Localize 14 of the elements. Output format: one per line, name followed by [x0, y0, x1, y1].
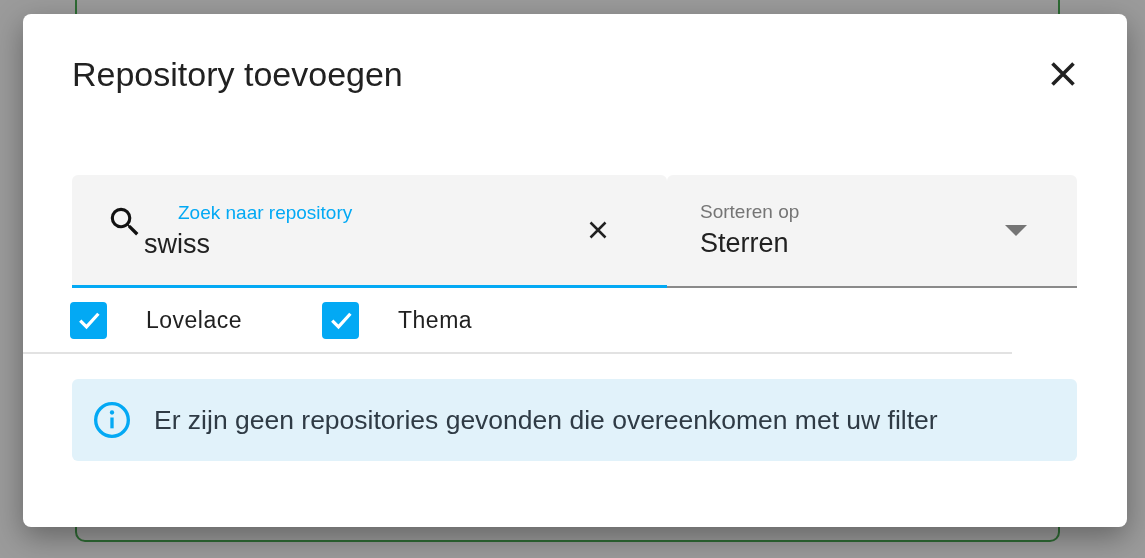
- alert-message: Er zijn geen repositories gevonden die overeenkomen met uw filter: [154, 404, 938, 436]
- field-value: Sterren: [700, 226, 790, 260]
- checkbox[interactable]: [322, 301, 359, 339]
- field-label: Zoek naar repository: [178, 201, 354, 225]
- checkbox-label: Thema: [398, 306, 473, 334]
- checkbox-label: Lovelace: [146, 306, 243, 334]
- search-field[interactable]: Zoek naar repository swiss: [72, 175, 667, 288]
- caret-icon: [1005, 225, 1027, 236]
- checkbox[interactable]: [70, 301, 107, 339]
- sort-dropdown[interactable]: Sorteren op Sterren: [667, 175, 1077, 288]
- dialog-title: Repository toevoegen: [72, 54, 403, 94]
- field-label: Sorteren op: [700, 199, 801, 224]
- field-value: swiss: [144, 228, 211, 261]
- info-icon: [92, 400, 132, 440]
